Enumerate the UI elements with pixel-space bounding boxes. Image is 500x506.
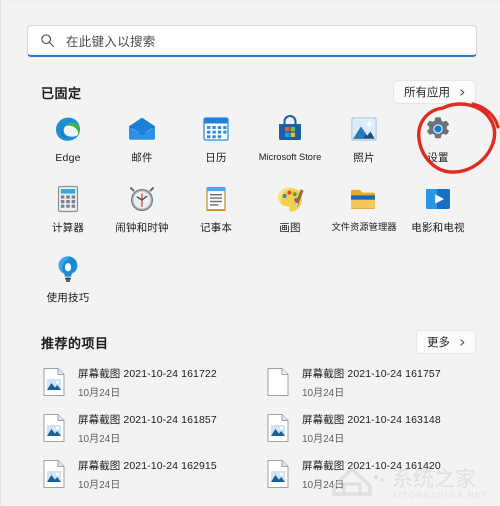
- image-file-icon: [43, 368, 65, 396]
- search-input[interactable]: 在此键入以搜索: [27, 25, 477, 57]
- image-file-icon: [267, 414, 289, 442]
- app-label: 电影和电视: [411, 222, 465, 234]
- settings-gear-icon: [426, 117, 450, 139]
- recommended-item-subtitle: 10月24日: [78, 433, 121, 445]
- app-tile-photos[interactable]: 照片: [327, 109, 401, 179]
- recommended-items-grid: 屏幕截图 2021-10-24 161722 10月24日 屏幕截图 2021-…: [35, 359, 475, 497]
- all-apps-label: 所有应用: [404, 87, 450, 99]
- app-label: 记事本: [199, 222, 233, 234]
- app-label: 使用技巧: [46, 292, 90, 304]
- pinned-title: 已固定: [41, 85, 82, 101]
- recommended-item[interactable]: 屏幕截图 2021-10-24 161757 10月24日: [259, 359, 475, 405]
- paint-icon: [278, 187, 304, 212]
- app-label: 文件资源管理器: [331, 222, 397, 232]
- search-placeholder: 在此键入以搜索: [66, 35, 156, 49]
- pinned-header: 已固定 所有应用: [41, 80, 476, 104]
- app-label: 画图: [279, 222, 301, 234]
- edge-icon: [56, 117, 81, 141]
- app-tile-tips[interactable]: 使用技巧: [31, 249, 105, 319]
- search-icon: [41, 34, 54, 47]
- recommended-item-name: 屏幕截图 2021-10-24 163148: [302, 413, 441, 426]
- recommended-item[interactable]: 屏幕截图 2021-10-24 161857 10月24日: [35, 405, 259, 451]
- app-label: 邮件: [131, 152, 153, 164]
- recommended-item-subtitle: 10月24日: [302, 479, 345, 491]
- calculator-icon: [57, 185, 79, 213]
- app-tile-paint[interactable]: 画图: [253, 179, 327, 249]
- app-label: 闹钟和时钟: [115, 222, 169, 234]
- image-file-icon: [43, 460, 65, 488]
- recommended-item-subtitle: 10月24日: [302, 433, 345, 445]
- app-tile-settings[interactable]: 设置: [401, 109, 475, 179]
- more-button[interactable]: 更多: [416, 330, 476, 354]
- app-tile-microsoft-store[interactable]: Microsoft Store: [253, 109, 327, 179]
- app-label: 计算器: [51, 222, 85, 234]
- microsoft-store-icon: [279, 115, 301, 140]
- app-label: 日历: [205, 152, 227, 164]
- recommended-item-name: 屏幕截图 2021-10-24 161857: [78, 413, 217, 426]
- alarms-clock-icon: [129, 187, 155, 212]
- app-tile-mail[interactable]: 邮件: [105, 109, 179, 179]
- app-tile-file-explorer[interactable]: 文件资源管理器: [327, 179, 401, 249]
- search-bar[interactable]: 在此键入以搜索: [27, 25, 477, 57]
- image-file-icon: [43, 414, 65, 442]
- recommended-item[interactable]: 屏幕截图 2021-10-24 162915 10月24日: [35, 451, 259, 497]
- more-label: 更多: [427, 337, 450, 349]
- start-menu-panel: 在此键入以搜索 已固定 所有应用 Edge 邮件 日历 Microsoft St…: [0, 0, 500, 506]
- recommended-item-name: 屏幕截图 2021-10-24 161722: [78, 367, 217, 380]
- recommended-item-name: 屏幕截图 2021-10-24 161420: [302, 459, 441, 472]
- app-label: Microsoft Store: [258, 152, 322, 162]
- recommended-item-subtitle: 10月24日: [78, 387, 121, 399]
- recommended-item[interactable]: 屏幕截图 2021-10-24 161722 10月24日: [35, 359, 259, 405]
- app-tile-notepad[interactable]: 记事本: [179, 179, 253, 249]
- file-explorer-icon: [351, 189, 375, 209]
- photos-icon: [351, 117, 377, 141]
- pinned-apps-grid: Edge 邮件 日历 Microsoft Store 照片 设置 计算器 闹钟和…: [31, 109, 475, 319]
- recommended-item[interactable]: 屏幕截图 2021-10-24 163148 10月24日: [259, 405, 475, 451]
- recommended-item-name: 屏幕截图 2021-10-24 161757: [302, 367, 441, 380]
- blank-file-icon: [267, 368, 289, 396]
- recommended-header: 推荐的项目 更多: [41, 330, 476, 354]
- recommended-item-name: 屏幕截图 2021-10-24 162915: [78, 459, 217, 472]
- app-label: 照片: [353, 152, 375, 164]
- calendar-icon: [203, 117, 229, 141]
- app-label: Edge: [55, 152, 81, 164]
- image-file-icon: [267, 460, 289, 488]
- app-tile-edge[interactable]: Edge: [31, 109, 105, 179]
- app-tile-movies-tv[interactable]: 电影和电视: [401, 179, 475, 249]
- app-tile-alarms-clock[interactable]: 闹钟和时钟: [105, 179, 179, 249]
- app-label: 设置: [427, 152, 449, 164]
- all-apps-button[interactable]: 所有应用: [393, 80, 476, 104]
- recommended-title: 推荐的项目: [41, 335, 109, 351]
- recommended-item-subtitle: 10月24日: [78, 479, 121, 491]
- app-tile-calendar[interactable]: 日历: [179, 109, 253, 179]
- app-tile-calculator[interactable]: 计算器: [31, 179, 105, 249]
- chevron-right-icon: [460, 88, 465, 96]
- recommended-item[interactable]: 屏幕截图 2021-10-24 161420 10月24日: [259, 451, 475, 497]
- tips-bulb-icon: [58, 256, 78, 282]
- recommended-item-subtitle: 10月24日: [302, 387, 345, 399]
- mail-icon: [129, 117, 155, 140]
- notepad-icon: [206, 186, 226, 212]
- chevron-right-icon: [460, 338, 465, 346]
- movies-tv-icon: [426, 189, 450, 209]
